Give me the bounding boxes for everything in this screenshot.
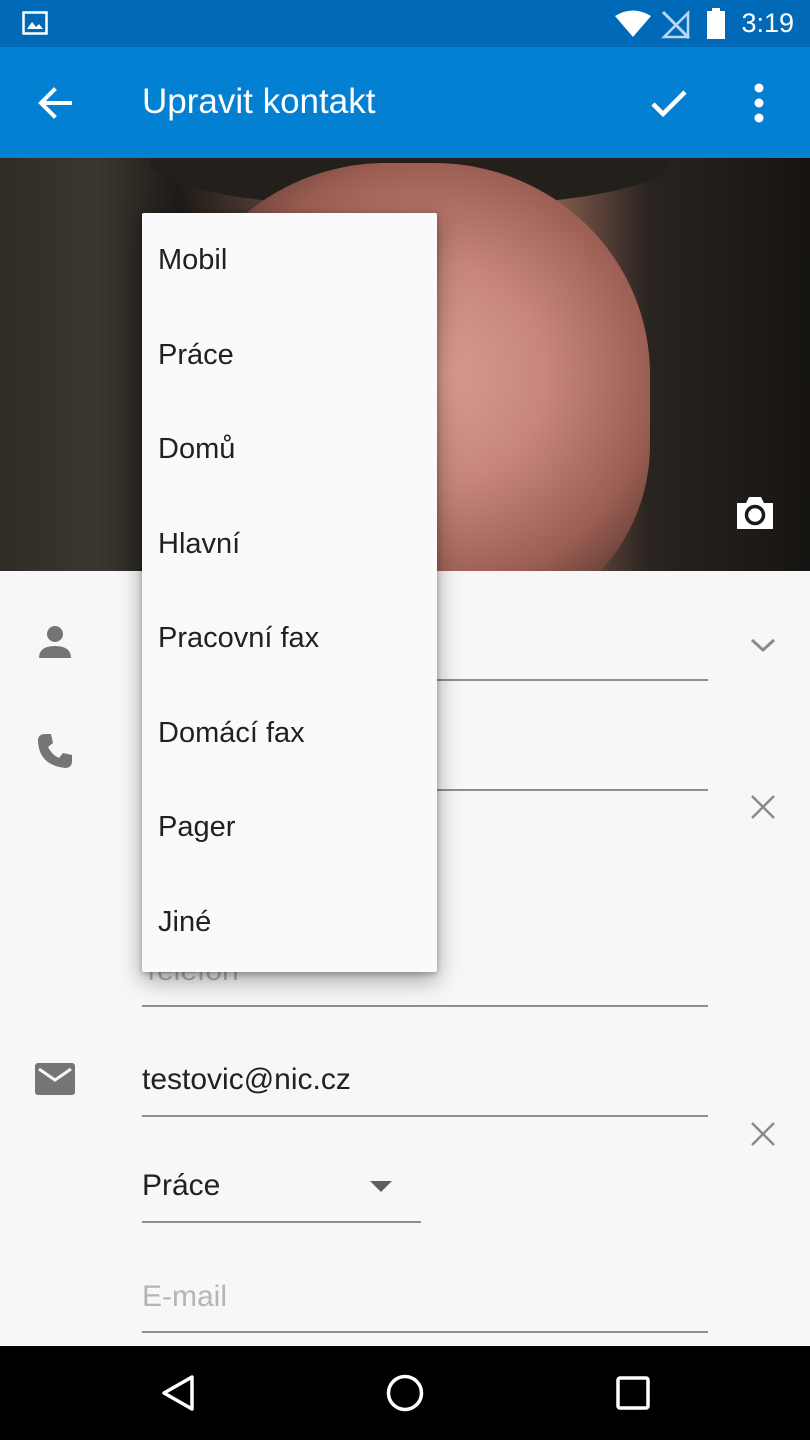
email-input[interactable]: testovic@nic.cz [142, 1062, 351, 1098]
phone-type-menu: Mobil Práce Domů Hlavní Pracovní fax Dom… [142, 213, 437, 972]
menu-item-mobil[interactable]: Mobil [142, 213, 437, 308]
new-email-hint[interactable]: E-mail [142, 1279, 227, 1315]
home-circle-icon[interactable] [386, 1374, 424, 1412]
status-bar: 3:19 [0, 0, 810, 47]
status-clock: 3:19 [741, 8, 794, 38]
close-icon[interactable] [750, 794, 776, 820]
new-email-underline [142, 1331, 708, 1333]
menu-item-hlavni[interactable]: Hlavní [142, 497, 437, 592]
menu-item-pracovni-fax[interactable]: Pracovní fax [142, 591, 437, 686]
wifi-icon [615, 10, 651, 37]
email-type-underline [142, 1221, 421, 1223]
recents-square-icon[interactable] [616, 1376, 650, 1410]
email-icon [35, 1063, 75, 1095]
email-field-underline [142, 1115, 708, 1117]
phone-icon [38, 734, 72, 768]
more-vert-icon[interactable] [750, 83, 768, 123]
app-bar: Upravit kontakt [0, 47, 810, 158]
close-icon[interactable] [750, 1121, 776, 1147]
menu-item-prace[interactable]: Práce [142, 308, 437, 403]
menu-item-jine[interactable]: Jiné [142, 875, 437, 970]
page-title: Upravit kontakt [142, 82, 376, 121]
menu-item-pager[interactable]: Pager [142, 780, 437, 875]
battery-icon [707, 8, 725, 39]
no-signal-icon [660, 9, 691, 39]
image-icon [22, 11, 48, 35]
new-phone-underline [142, 1005, 708, 1007]
email-type-select[interactable]: Práce [142, 1168, 220, 1204]
person-icon [39, 626, 71, 658]
arrow-left-icon[interactable] [38, 87, 72, 119]
camera-icon[interactable] [734, 495, 776, 531]
chevron-down-icon[interactable] [750, 637, 776, 653]
back-triangle-icon[interactable] [160, 1374, 196, 1412]
arrow-drop-down-icon[interactable] [370, 1181, 392, 1193]
menu-item-domu[interactable]: Domů [142, 402, 437, 497]
check-icon[interactable] [650, 89, 688, 119]
navigation-bar [0, 1346, 810, 1440]
menu-item-domaci-fax[interactable]: Domácí fax [142, 686, 437, 781]
